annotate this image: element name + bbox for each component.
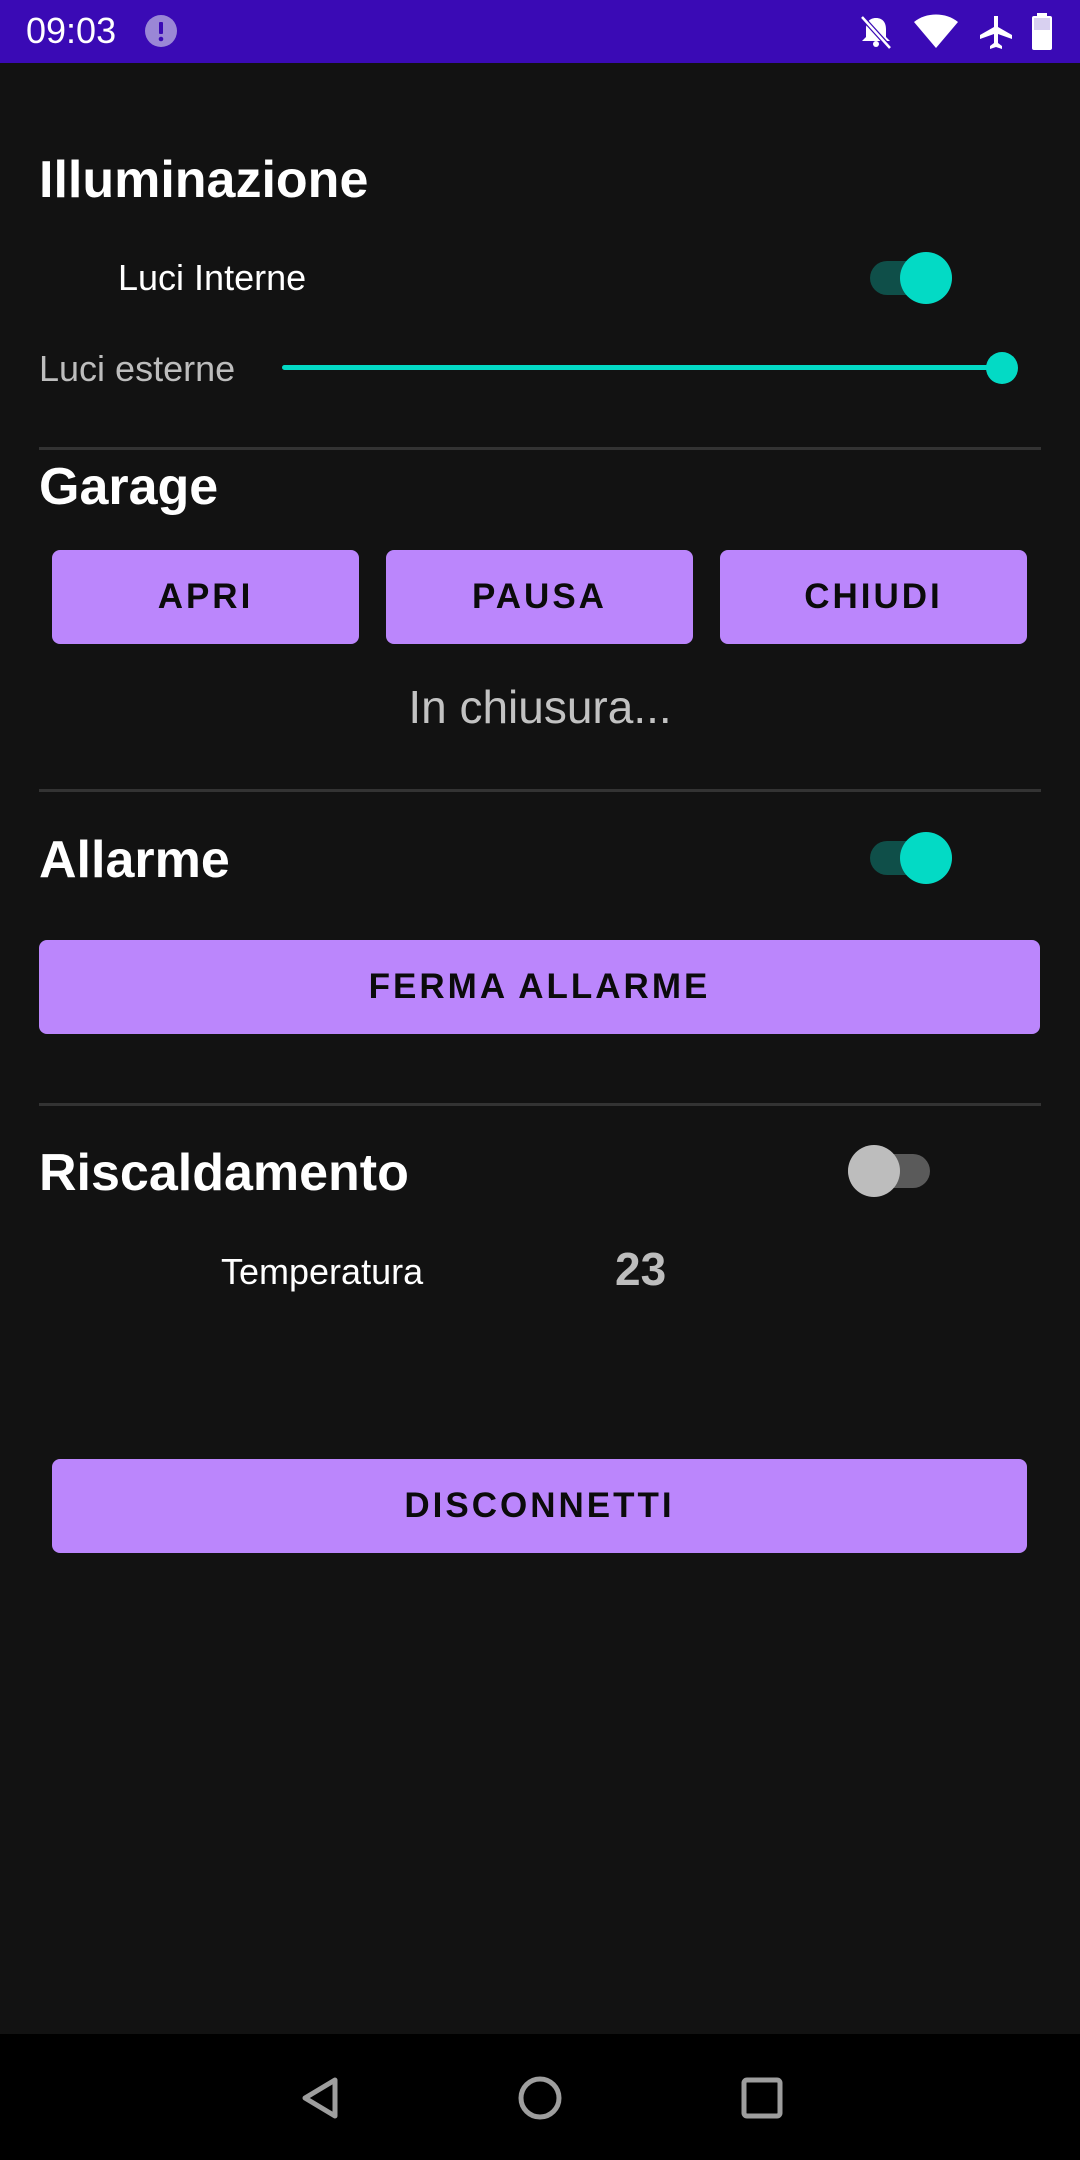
switch-thumb xyxy=(900,832,952,884)
open-button[interactable]: APRI xyxy=(52,550,359,644)
wifi-icon xyxy=(914,14,958,48)
battery-icon xyxy=(1032,13,1052,50)
garage-title: Garage xyxy=(39,458,219,516)
divider xyxy=(39,447,1041,450)
disconnect-button[interactable]: DISCONNETTI xyxy=(52,1459,1027,1553)
lighting-title: Illuminazione xyxy=(39,151,369,209)
app-content: Illuminazione Luci Interne Luci esterne … xyxy=(0,63,1080,2034)
heating-title: Riscaldamento xyxy=(39,1144,409,1202)
divider xyxy=(39,789,1041,792)
back-icon[interactable] xyxy=(295,2072,347,2124)
garage-status: In chiusura... xyxy=(408,681,672,733)
external-lights-slider[interactable] xyxy=(282,348,1018,388)
internal-lights-label: Luci Interne xyxy=(118,257,307,298)
divider xyxy=(39,1103,1041,1106)
stop-alarm-button[interactable]: FERMA ALLARME xyxy=(39,940,1040,1034)
home-icon[interactable] xyxy=(514,2072,566,2124)
heating-switch[interactable] xyxy=(848,1141,938,1201)
temperature-label: Temperatura xyxy=(221,1251,424,1292)
alarm-switch[interactable] xyxy=(870,828,960,888)
navigation-bar xyxy=(0,2034,1080,2160)
bell-off-icon xyxy=(860,15,892,50)
alarm-title: Allarme xyxy=(39,831,230,889)
status-bar: 09:03 xyxy=(0,0,1080,63)
alert-icon xyxy=(145,15,177,47)
airplane-icon xyxy=(980,16,1012,49)
slider-knob[interactable] xyxy=(986,352,1018,384)
switch-thumb xyxy=(900,252,952,304)
switch-thumb xyxy=(848,1145,900,1197)
close-button[interactable]: CHIUDI xyxy=(720,550,1027,644)
status-time: 09:03 xyxy=(26,10,117,51)
slider-rail xyxy=(282,365,1002,370)
temperature-value: 23 xyxy=(615,1243,667,1295)
internal-lights-switch[interactable] xyxy=(870,248,960,308)
recents-icon[interactable] xyxy=(736,2072,788,2124)
external-lights-label: Luci esterne xyxy=(39,348,236,389)
pause-button[interactable]: PAUSA xyxy=(386,550,693,644)
